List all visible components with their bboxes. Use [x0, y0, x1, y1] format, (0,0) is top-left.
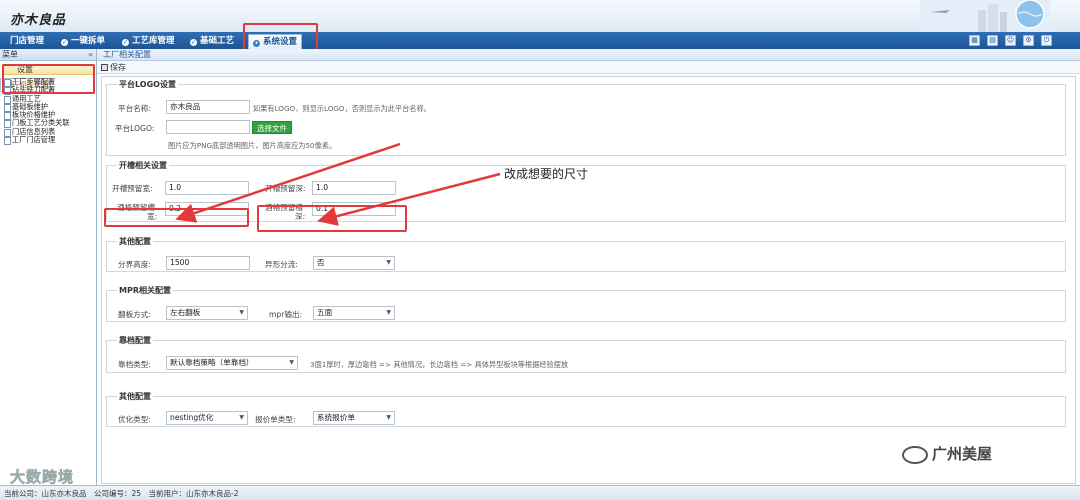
tab-one-click-split[interactable]: ✓ 一键拆单 — [61, 34, 105, 48]
dropdown-arrow-icon: ▼ — [386, 259, 391, 266]
tab-craft-library[interactable]: ✓ 工艺库管理 — [122, 34, 175, 48]
document-icon[interactable]: ▤ — [987, 35, 998, 46]
mpr-output-select[interactable]: 五面 ▼ — [313, 306, 395, 320]
split-height-input[interactable]: 1500 — [166, 256, 250, 270]
sidebar-header: 菜单 « — [0, 49, 96, 61]
user-icon[interactable]: ☺ — [1005, 35, 1016, 46]
annotation-text: 改成想要的尺寸 — [504, 167, 589, 181]
group-platform-logo: 平台LOGO设置 平台名称: 亦木良品 如果有LOGO，则显示LOGO，否则显示… — [106, 79, 1066, 156]
dropdown-arrow-icon: ▼ — [239, 414, 244, 421]
group-other-config: 其他配置 分界高度: 1500 异形分流: 否 ▼ — [106, 236, 1066, 272]
platform-logo-hint: 图片应为PNG底部透明图片，图片高度应为50像素。 — [168, 141, 337, 150]
watermark-left: 大数跨境 — [10, 468, 75, 487]
sidebar-item-factory-store[interactable]: 工厂门店管理 — [0, 135, 96, 146]
collapse-icon[interactable]: « — [88, 49, 93, 61]
exit-icon[interactable]: ⏻ — [1041, 35, 1052, 46]
group-title: 其他配置 — [119, 392, 151, 401]
check-icon: ✓ — [190, 39, 197, 46]
main-content: 工厂相关配置 保存 平台LOGO设置 平台名称: 亦木良品 如果有LOGO，则显… — [97, 49, 1080, 485]
groove-width-label: 开槽预留宽: — [112, 184, 153, 193]
status-footer: 当前公司：山东亦木良品 公司编号：25 当前用户：山东亦木良品-2 — [0, 485, 1080, 500]
group-title: 开槽相关设置 — [119, 161, 167, 170]
groove-depth-label: 开槽预留深: — [265, 184, 306, 193]
highlight-box-wine-depth — [257, 205, 407, 232]
dropdown-arrow-icon: ▼ — [386, 309, 391, 316]
quote-type-label: 报价单类型: — [255, 415, 296, 424]
breadcrumb: 工厂相关配置 — [97, 49, 1080, 61]
split-height-label: 分界高度: — [118, 260, 151, 269]
sidebar: 菜单 « 设置 工厂相关配置 工厂步骤配置 钻头铣刀配置 通用工艺 基础板维护 板… — [0, 49, 97, 485]
watermark-right: 广州美屋 — [902, 443, 992, 464]
header-decoration-image — [920, 0, 1050, 32]
edge-type-select[interactable]: 默认靠档策略（单靠档） ▼ — [166, 356, 298, 370]
irregular-split-select[interactable]: 否 ▼ — [313, 256, 395, 270]
flip-mode-label: 翻板方式: — [118, 310, 151, 319]
choose-file-button[interactable]: 选择文件 — [252, 121, 292, 134]
platform-logo-input[interactable] — [166, 120, 250, 134]
group-edge-config: 靠档配置 靠档类型: 默认靠档策略（单靠档） ▼ 3面1厚时，厚边靠档 => 其他… — [106, 335, 1066, 373]
check-icon: ✓ — [61, 39, 68, 46]
main-nav: 门店管理 ✓ 一键拆单 ✓ 工艺库管理 ✓ 基础工艺 • 系统设置 ▦ ▤ ☺ ⚙ ⏻ — [0, 32, 1080, 49]
irregular-split-label: 异形分流: — [265, 260, 298, 269]
gear-icon[interactable]: ⚙ — [1023, 35, 1034, 46]
group-title: 其他配置 — [119, 237, 151, 246]
config-panel: 平台LOGO设置 平台名称: 亦木良品 如果有LOGO，则显示LOGO，否则显示… — [101, 76, 1076, 484]
highlight-box-wine-width — [104, 208, 249, 227]
app-logo: 亦木良品 — [10, 13, 67, 28]
edge-type-label: 靠档类型: — [118, 360, 151, 369]
tab-store-management[interactable]: 门店管理 — [10, 34, 44, 48]
mpr-output-label: mpr输出: — [269, 310, 303, 319]
groove-width-input[interactable]: 1.0 — [165, 181, 249, 195]
optimization-type-label: 优化类型: — [118, 415, 151, 424]
wechat-icon — [902, 445, 928, 464]
save-toolbar: 保存 — [97, 61, 1080, 74]
group-mpr-config: MPR相关配置 翻板方式: 左右翻板 ▼ mpr输出: 五面 ▼ — [106, 285, 1066, 322]
top-header: 亦木良品 — [0, 0, 1080, 32]
optimization-type-select[interactable]: nesting优化 ▼ — [166, 411, 248, 425]
highlight-box-sidebar — [2, 64, 95, 94]
save-icon — [101, 64, 108, 71]
check-icon: ✓ — [122, 39, 129, 46]
toolbar-icons: ▦ ▤ ☺ ⚙ ⏻ — [969, 35, 1052, 46]
platform-name-hint: 如果有LOGO，则显示LOGO，否则显示为此平台名称。 — [253, 104, 431, 113]
group-other-config-2: 其他配置 优化类型: nesting优化 ▼ 报价单类型: 系统报价单 ▼ — [106, 391, 1066, 427]
dropdown-arrow-icon: ▼ — [239, 309, 244, 316]
group-title: 平台LOGO设置 — [119, 80, 176, 89]
quote-type-select[interactable]: 系统报价单 ▼ — [313, 411, 395, 425]
platform-logo-label: 平台LOGO: — [115, 124, 155, 133]
platform-name-label: 平台名称: — [118, 104, 151, 113]
flip-mode-select[interactable]: 左右翻板 ▼ — [166, 306, 248, 320]
dropdown-arrow-icon: ▼ — [289, 359, 294, 366]
platform-name-input[interactable]: 亦木良品 — [166, 100, 250, 114]
groove-depth-input[interactable]: 1.0 — [312, 181, 396, 195]
calendar-icon[interactable]: ▦ — [969, 35, 980, 46]
group-title: 靠档配置 — [119, 336, 151, 345]
tab-basic-craft[interactable]: ✓ 基础工艺 — [190, 34, 234, 48]
dropdown-arrow-icon: ▼ — [386, 414, 391, 421]
save-button[interactable]: 保存 — [101, 63, 126, 72]
edge-hint: 3面1厚时，厚边靠档 => 其他情况，长边靠档 => 具体异型板块等根据经验摆放 — [310, 360, 569, 369]
group-title: MPR相关配置 — [119, 286, 171, 295]
